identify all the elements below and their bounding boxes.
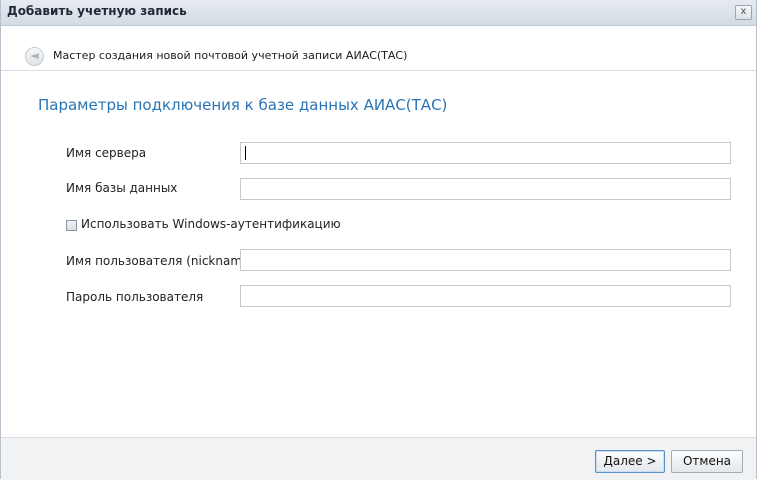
wizard-header: ◄ Мастер создания новой почтовой учетной… <box>1 26 756 71</box>
title-bar: Добавить учетную запись x <box>1 0 756 26</box>
windows-auth-checkbox[interactable] <box>66 220 77 231</box>
section-title: Параметры подключения к базе данных АИАС… <box>38 96 448 114</box>
cancel-button[interactable]: Отмена <box>671 450 743 473</box>
username-label: Имя пользователя (nickname) <box>66 254 255 268</box>
text-caret <box>245 146 246 160</box>
server-name-input[interactable] <box>240 142 731 164</box>
dialog-footer: Далее > Отмена <box>1 437 756 480</box>
username-input[interactable] <box>240 249 731 271</box>
database-name-input[interactable] <box>240 178 731 200</box>
server-name-label: Имя сервера <box>66 146 147 160</box>
password-input[interactable] <box>240 285 731 307</box>
close-button[interactable]: x <box>735 5 752 20</box>
wizard-title: Мастер создания новой почтовой учетной з… <box>53 49 408 62</box>
back-arrow-icon: ◄ <box>30 49 39 62</box>
dialog-title: Добавить учетную запись <box>7 4 187 18</box>
close-icon: x <box>740 6 747 17</box>
database-name-label: Имя базы данных <box>66 181 178 195</box>
windows-auth-label[interactable]: Использовать Windows-аутентификацию <box>81 217 341 231</box>
back-button[interactable]: ◄ <box>25 47 44 66</box>
password-label: Пароль пользователя <box>66 290 204 304</box>
next-button[interactable]: Далее > <box>595 450 665 473</box>
add-account-dialog: Добавить учетную запись x ◄ Мастер созда… <box>0 0 757 480</box>
